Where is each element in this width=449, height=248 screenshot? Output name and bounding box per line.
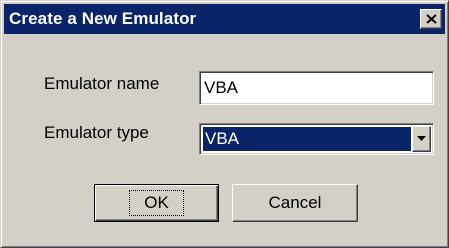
create-emulator-dialog: Create a New Emulator Emulator name Emul… (0, 0, 449, 248)
ok-button[interactable]: OK (94, 184, 219, 222)
title-bar[interactable]: Create a New Emulator (4, 4, 445, 34)
ok-button-label: OK (129, 190, 184, 216)
close-icon (425, 14, 437, 24)
close-button[interactable] (420, 9, 442, 29)
dropdown-button[interactable] (412, 126, 431, 152)
emulator-type-label: Emulator type (44, 123, 149, 142)
emulator-type-selected-value[interactable]: VBA (203, 127, 411, 151)
cancel-button-label: Cancel (268, 193, 322, 212)
dialog-title: Create a New Emulator (9, 9, 197, 28)
emulator-type-select[interactable]: VBA (199, 123, 434, 155)
cancel-button[interactable]: Cancel (232, 184, 358, 222)
chevron-down-icon (417, 136, 426, 141)
emulator-name-label: Emulator name (44, 74, 160, 93)
emulator-name-input[interactable] (202, 74, 431, 102)
emulator-name-field[interactable] (199, 71, 434, 105)
